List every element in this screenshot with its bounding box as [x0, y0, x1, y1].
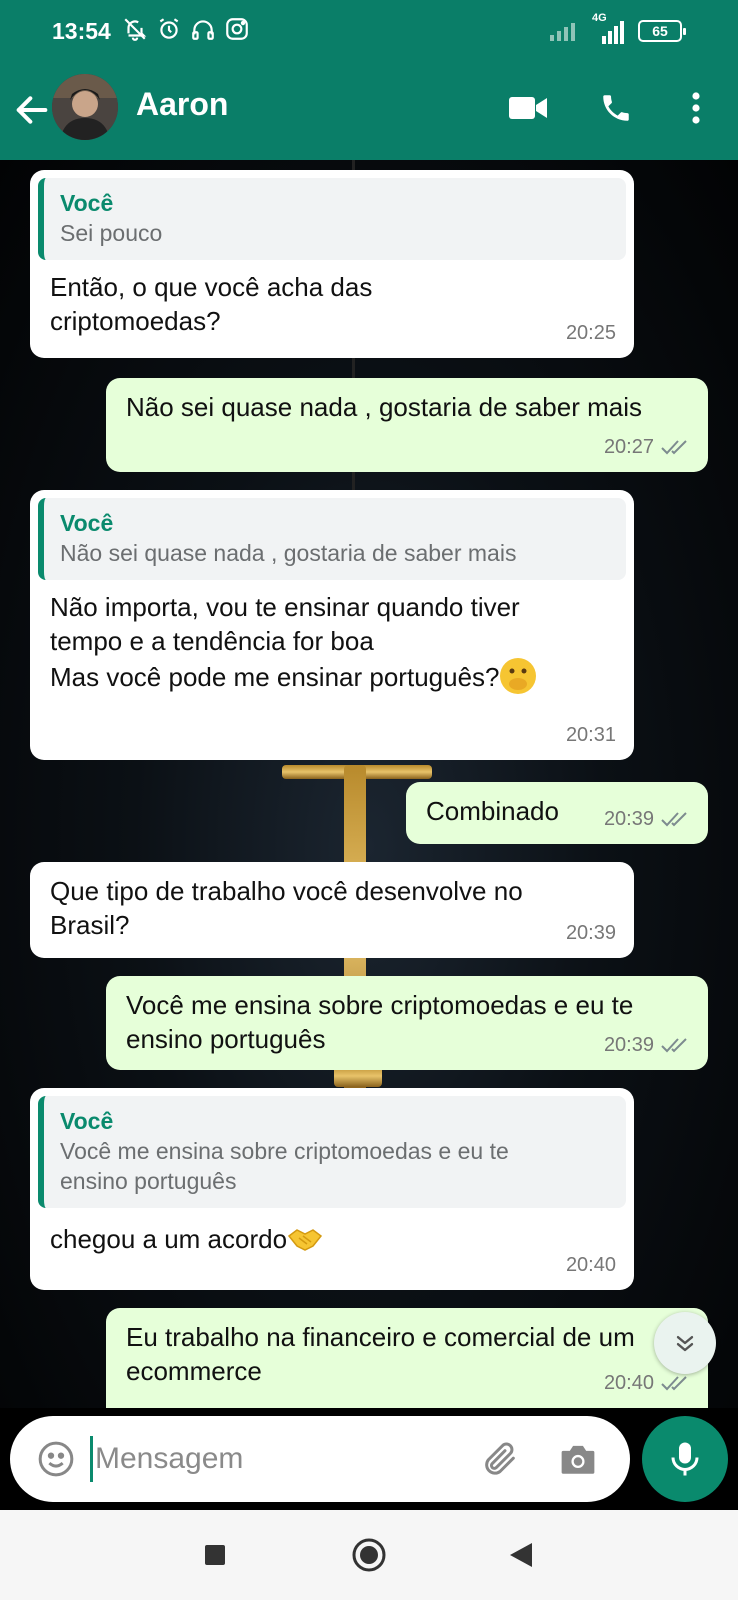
- triangle-back-icon: [510, 1543, 532, 1567]
- message-input[interactable]: [90, 1436, 470, 1482]
- message-time: 20:25: [565, 322, 616, 344]
- message-text: Então, o que você acha das criptomoedas?: [50, 272, 373, 336]
- notifications-off-icon: [124, 18, 147, 41]
- double-check-icon: [661, 440, 687, 455]
- message-text: Que tipo de trabalho você desenvolve no …: [50, 876, 523, 940]
- more-vertical-icon: [692, 92, 700, 124]
- avatar[interactable]: [52, 74, 118, 140]
- signal-4g-icon: 4G: [588, 12, 628, 46]
- quote-author: Você: [60, 510, 114, 536]
- voice-call-button[interactable]: [594, 86, 638, 130]
- message-outgoing[interactable]: Não sei quase nada , gostaria de saber m…: [106, 378, 708, 472]
- video-camera-icon: [509, 97, 547, 119]
- home-button[interactable]: [346, 1532, 392, 1578]
- quote-text: Sei pouco: [60, 220, 163, 246]
- message-meta: 20:39: [604, 1028, 690, 1062]
- contact-photo: [52, 74, 118, 140]
- message-text: Não sei quase nada , gostaria de saber m…: [126, 392, 642, 422]
- headphones-icon: [192, 20, 214, 40]
- handshake-emoji: [287, 1220, 323, 1256]
- paperclip-icon: [485, 1442, 515, 1475]
- message-incoming[interactable]: Que tipo de trabalho você desenvolve no …: [30, 862, 634, 958]
- message-outgoing[interactable]: Eu trabalho na financeiro e comercial de…: [106, 1308, 708, 1408]
- video-call-button[interactable]: [506, 86, 550, 130]
- message-incoming[interactable]: Você Sei pouco Então, o que você acha da…: [30, 170, 634, 358]
- smiley-icon: [38, 1441, 74, 1477]
- message-text-span: Mas você pode me ensinar português?: [50, 662, 500, 692]
- signal-weak-icon: [550, 23, 575, 41]
- double-check-icon: [661, 1038, 687, 1053]
- message-list[interactable]: Você Sei pouco Então, o que você acha da…: [0, 160, 738, 1408]
- emoji-button[interactable]: [34, 1437, 78, 1481]
- scroll-to-bottom-button[interactable]: [654, 1312, 716, 1374]
- contact-name[interactable]: Aaron: [136, 86, 228, 123]
- microphone-icon: [671, 1442, 699, 1476]
- message-time: 20:31: [565, 724, 616, 746]
- message-time: 20:40: [603, 1372, 654, 1394]
- attach-button[interactable]: [478, 1437, 522, 1481]
- quote-text: Não sei quase nada , gostaria de saber m…: [60, 540, 517, 566]
- message-text: Você me ensina sobre criptomoedas e eu t…: [126, 990, 634, 1054]
- alarm-icon: [159, 18, 179, 39]
- chevrons-down-icon: [676, 1336, 694, 1352]
- message-incoming[interactable]: Você Você me ensina sobre criptomoedas e…: [30, 1088, 634, 1290]
- quoted-message[interactable]: Você Você me ensina sobre criptomoedas e…: [38, 1096, 626, 1208]
- message-meta: 20:39: [604, 802, 690, 836]
- square-icon: [205, 1545, 225, 1565]
- quoted-message[interactable]: Você Sei pouco: [38, 178, 626, 260]
- message-meta: 20:39: [566, 916, 616, 950]
- message-text-span: chegou a um acordo: [50, 1224, 288, 1254]
- message-text-line: Mas você pode me ensinar português?: [50, 658, 590, 694]
- quote-author: Você: [60, 1108, 114, 1134]
- message-time: 20:39: [603, 808, 654, 830]
- arrow-left-icon: [16, 96, 48, 124]
- status-bar: 13:54 4G 65: [0, 0, 738, 66]
- message-composer: [10, 1416, 630, 1502]
- phone-icon: [603, 95, 629, 121]
- message-text: chegou a um acordo: [30, 1208, 634, 1256]
- recent-apps-button[interactable]: [192, 1532, 238, 1578]
- message-time: 20:39: [565, 922, 616, 944]
- message-meta: 20:40: [566, 1248, 616, 1282]
- status-time: 13:54: [52, 18, 111, 44]
- chat-header: Aaron: [0, 66, 738, 160]
- double-check-icon: [661, 812, 687, 827]
- double-check-icon: [661, 1376, 687, 1391]
- message-time: 20:39: [603, 1034, 654, 1056]
- message-time: 20:40: [565, 1254, 616, 1276]
- instagram-icon: [226, 18, 248, 40]
- quoted-message[interactable]: Você Não sei quase nada , gostaria de sa…: [38, 498, 626, 580]
- message-text-line: Não importa, vou te ensinar quando tiver…: [50, 592, 520, 656]
- message-outgoing[interactable]: Combinado 20:39: [406, 782, 708, 844]
- message-incoming[interactable]: Você Não sei quase nada , gostaria de sa…: [30, 490, 634, 760]
- system-navigation-bar: [0, 1510, 738, 1600]
- camera-button[interactable]: [556, 1437, 600, 1481]
- message-time: 20:27: [603, 436, 654, 458]
- message-meta: 20:31: [566, 718, 616, 752]
- quote-text: Você me ensina sobre criptomoedas e eu t…: [60, 1138, 509, 1194]
- message-meta: 20:25: [566, 316, 616, 350]
- message-meta: 20:27: [604, 430, 690, 464]
- battery-icon: 65: [638, 20, 686, 42]
- message-text: Eu trabalho na financeiro e comercial de…: [126, 1322, 635, 1386]
- home-circle-icon: [352, 1538, 386, 1572]
- status-notification-icons: [122, 16, 250, 42]
- back-button[interactable]: [12, 90, 52, 130]
- camera-icon: [561, 1445, 595, 1474]
- message-outgoing[interactable]: Você me ensina sobre criptomoedas e eu t…: [106, 976, 708, 1070]
- status-system-icons: 4G 65: [548, 12, 686, 46]
- more-options-button[interactable]: [674, 86, 718, 130]
- voice-message-button[interactable]: [642, 1416, 728, 1502]
- battery-level: 65: [652, 23, 668, 39]
- quote-author: Você: [60, 190, 114, 216]
- face-with-hand-over-mouth-emoji: [499, 658, 536, 694]
- message-text: Não importa, vou te ensinar quando tiver…: [30, 580, 610, 694]
- back-nav-button[interactable]: [498, 1532, 544, 1578]
